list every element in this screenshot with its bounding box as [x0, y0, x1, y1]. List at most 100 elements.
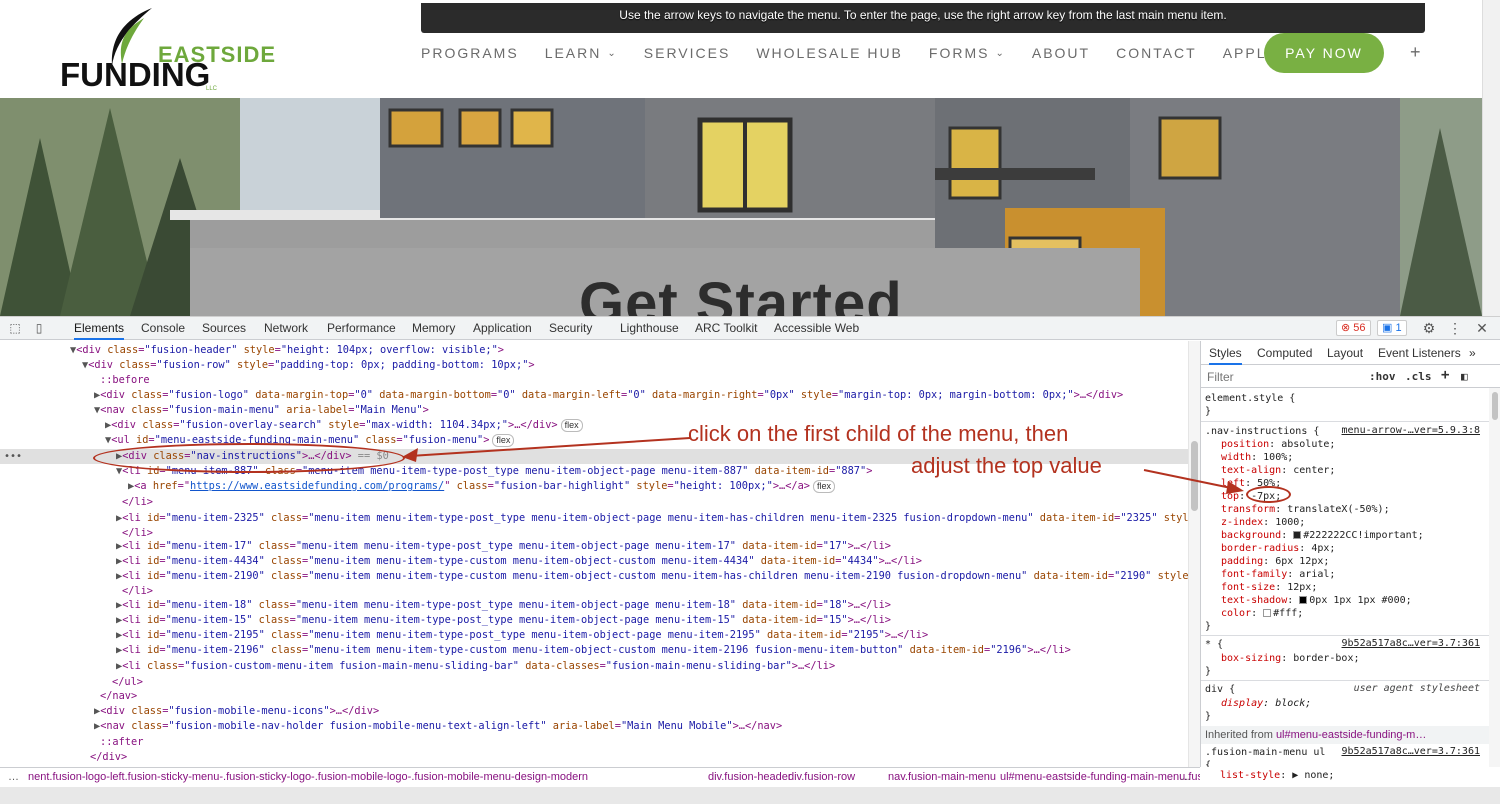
nav-item-contact[interactable]: CONTACT	[1116, 45, 1197, 61]
tab-computed[interactable]: Computed	[1257, 341, 1312, 365]
tab-layout[interactable]: Layout	[1327, 341, 1363, 365]
breadcrumb-item[interactable]: …	[8, 771, 19, 783]
nav-item-forms[interactable]: FORMS ⌄	[929, 45, 1006, 61]
tab-application[interactable]: Application	[473, 317, 532, 340]
more-options-icon[interactable]: ⋮	[1448, 321, 1462, 335]
css-declaration-font-size[interactable]: font-size: 12px;	[1221, 581, 1317, 594]
dom-node-programs-link[interactable]: ▶<a href="https://www.eastsidefunding.co…	[128, 479, 836, 494]
css-declaration-font-family[interactable]: font-family: arial;	[1221, 568, 1335, 581]
tab-console[interactable]: Console	[141, 317, 185, 340]
inspect-element-icon[interactable]: ⬚	[8, 321, 22, 335]
color-swatch[interactable]	[1293, 531, 1302, 539]
css-declaration-display[interactable]: display: block;	[1221, 697, 1311, 710]
styles-scrollbar[interactable]	[1489, 388, 1500, 767]
dom-node-menu-item-15[interactable]: ▶<li id="menu-item-15" class="menu-item …	[116, 613, 891, 628]
css-declaration-text-shadow[interactable]: text-shadow: 0px 1px 1px #000;	[1221, 594, 1412, 607]
toggle-sidebar-icon[interactable]: ◧	[1461, 370, 1468, 383]
color-swatch[interactable]	[1263, 609, 1272, 617]
new-rule-plus-icon[interactable]: +	[1441, 367, 1449, 383]
dom-node-fusion-row[interactable]: ▼<div class="fusion-row" style="padding-…	[82, 358, 535, 373]
css-declaration-list-style[interactable]: list-style: ▶ none;	[1220, 769, 1334, 782]
scrollbar-thumb[interactable]	[1492, 392, 1498, 420]
inherited-from-link[interactable]: ul#menu-eastside-funding-m…	[1276, 729, 1426, 741]
dom-node-before[interactable]: ::before	[100, 373, 150, 388]
error-count-badge[interactable]: ⊗ 56	[1336, 320, 1371, 336]
dom-node-menu-item-2196[interactable]: ▶<li id="menu-item-2196" class="menu-ite…	[116, 643, 1071, 658]
tab-lighthouse[interactable]: Lighthouse	[620, 317, 679, 340]
plus-menu-button[interactable]: +	[1410, 42, 1421, 63]
dom-node-menu-item-18[interactable]: ▶<li id="menu-item-18" class="menu-item …	[116, 598, 891, 613]
css-declaration-background[interactable]: background: #222222CC!important;	[1221, 529, 1424, 542]
tab-security[interactable]: Security	[549, 317, 592, 340]
breadcrumb-item[interactable]: div.fusion-row	[788, 771, 855, 783]
breadcrumb-item[interactable]: nav.fusion-main-menu	[888, 771, 996, 783]
dom-node-div-close[interactable]: </div>	[90, 750, 127, 765]
dom-node-nav-close[interactable]: </nav>	[100, 689, 137, 704]
tab-elements[interactable]: Elements	[74, 317, 125, 340]
hov-toggle[interactable]: :hov	[1369, 370, 1396, 383]
dom-node-menu-item-4434[interactable]: ▶<li id="menu-item-4434" class="menu-ite…	[116, 554, 922, 569]
rule-div-selector[interactable]: div {	[1205, 683, 1235, 696]
breadcrumb-item[interactable]: nent.fusion-logo-left.fusion-sticky-menu…	[28, 771, 588, 783]
dom-node-menu-item-2190[interactable]: ▶<li id="menu-item-2190" class="menu-ite…	[116, 569, 1188, 584]
dom-node-menu-item-2195[interactable]: ▶<li id="menu-item-2195" class="menu-ite…	[116, 628, 928, 643]
dom-node-overlay-search[interactable]: ▶<div class="fusion-overlay-search" styl…	[105, 418, 583, 433]
tab-event-listeners[interactable]: Event Listeners	[1378, 341, 1461, 365]
dom-node-fusion-logo[interactable]: ▶<div class="fusion-logo" data-margin-to…	[94, 388, 1123, 403]
row-more-icon[interactable]: •••	[4, 449, 22, 464]
css-declaration-border-radius[interactable]: border-radius: 4px;	[1221, 542, 1335, 555]
eastside-funding-logo[interactable]: EASTSIDE FUNDING LLC	[58, 6, 275, 98]
dom-node-mobile-menu-icons[interactable]: ▶<div class="fusion-mobile-menu-icons">……	[94, 704, 379, 719]
css-declaration-color[interactable]: color: #fff;	[1221, 607, 1303, 620]
dom-node-sliding-bar[interactable]: ▶<li class="fusion-custom-menu-item fusi…	[116, 659, 835, 674]
tab-styles[interactable]: Styles	[1209, 341, 1242, 365]
dom-node-mobile-nav-holder[interactable]: ▶<nav class="fusion-mobile-nav-holder fu…	[94, 719, 782, 734]
nav-item-learn[interactable]: LEARN ⌄	[545, 45, 618, 61]
more-tabs-icon[interactable]: »	[1469, 341, 1476, 365]
css-declaration-position[interactable]: position: absolute;	[1221, 438, 1335, 451]
dom-node-menu-item-2325[interactable]: ▶<li id="menu-item-2325" class="menu-ite…	[116, 511, 1188, 526]
breadcrumb-item[interactable]: ul#menu-eastside-funding-main-menu.fusio…	[1000, 771, 1200, 783]
flex-badge[interactable]: flex	[560, 419, 583, 432]
css-declaration-box-sizing[interactable]: box-sizing: border-box;	[1221, 652, 1360, 665]
programs-href-link[interactable]: https://www.eastsidefunding.com/programs…	[190, 480, 444, 492]
device-toggle-icon[interactable]: ▯	[32, 321, 46, 335]
tab-performance[interactable]: Performance	[327, 317, 396, 340]
dom-node-menu-item-17[interactable]: ▶<li id="menu-item-17" class="menu-item …	[116, 539, 891, 554]
rule-nav-instructions-source[interactable]: menu-arrow-…ver=5.9.3:8	[1342, 425, 1480, 436]
dom-tree-scrollbar[interactable]	[1188, 341, 1200, 767]
color-swatch[interactable]	[1299, 596, 1308, 604]
dom-node-li-close[interactable]: </li>	[122, 495, 153, 510]
message-count-badge[interactable]: ▣ 1	[1377, 320, 1407, 336]
rule-universal-selector[interactable]: * {	[1205, 638, 1223, 651]
pay-now-button[interactable]: PAY NOW	[1264, 33, 1384, 73]
tab-arc-toolkit[interactable]: ARC Toolkit	[695, 317, 757, 340]
styles-filter-input[interactable]	[1207, 369, 1357, 385]
css-declaration-transform[interactable]: transform: translateX(-50%);	[1221, 503, 1390, 516]
settings-gear-icon[interactable]: ⚙	[1422, 321, 1436, 335]
tab-accessible-web[interactable]: Accessible Web	[774, 317, 859, 340]
dom-node-li-close[interactable]: </li>	[122, 584, 153, 599]
nav-item-about[interactable]: ABOUT	[1032, 45, 1090, 61]
rule-nav-instructions-selector[interactable]: .nav-instructions {	[1205, 425, 1319, 438]
rule-fusion-main-menu-ul-source[interactable]: 9b52a517a8c…ver=3.7:361	[1342, 746, 1480, 757]
nav-item-programs[interactable]: PROGRAMS	[421, 45, 519, 61]
tab-network[interactable]: Network	[264, 317, 308, 340]
rule-fusion-main-menu-ul-selector[interactable]: .fusion-main-menu ul	[1205, 746, 1325, 759]
css-declaration-z-index[interactable]: z-index: 1000;	[1221, 516, 1305, 529]
breadcrumb-item[interactable]: …	[1180, 771, 1191, 783]
dom-node-fusion-header[interactable]: ▼<div class="fusion-header" style="heigh…	[70, 343, 504, 358]
cls-toggle[interactable]: .cls	[1405, 370, 1432, 383]
tab-sources[interactable]: Sources	[202, 317, 246, 340]
flex-badge[interactable]: flex	[813, 480, 836, 493]
dom-node-after[interactable]: ::after	[100, 735, 143, 750]
site-scrollbar[interactable]	[1482, 0, 1500, 316]
rule-universal-source[interactable]: 9b52a517a8c…ver=3.7:361	[1342, 638, 1480, 649]
nav-item-wholesale-hub[interactable]: WHOLESALE HUB	[756, 45, 903, 61]
css-declaration-padding[interactable]: padding: 6px 12px;	[1221, 555, 1329, 568]
breadcrumb-item[interactable]: div.fusion-header	[708, 771, 792, 783]
tab-memory[interactable]: Memory	[412, 317, 455, 340]
dom-node-main-menu-nav[interactable]: ▼<nav class="fusion-main-menu" aria-labe…	[94, 403, 429, 418]
nav-item-services[interactable]: SERVICES	[644, 45, 731, 61]
css-declaration-width[interactable]: width: 100%;	[1221, 451, 1293, 464]
